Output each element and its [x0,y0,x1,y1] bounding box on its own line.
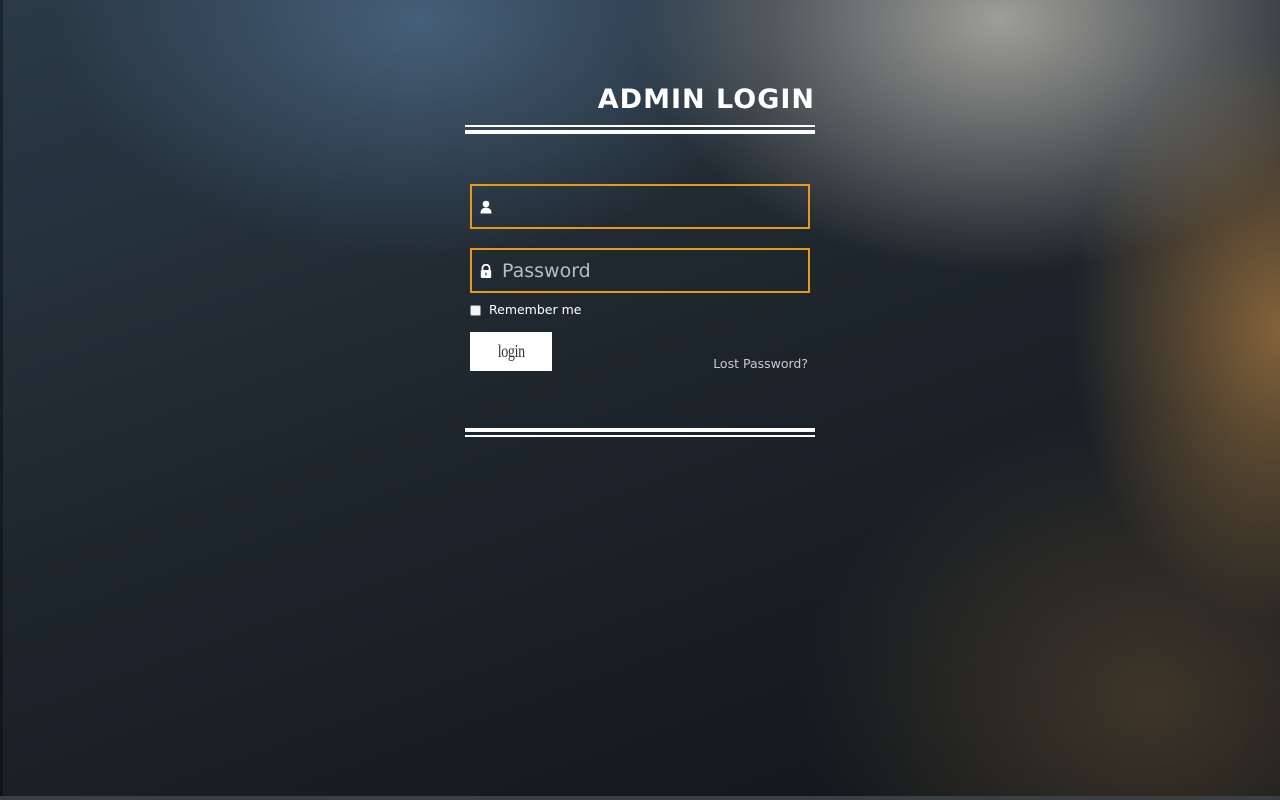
title-divider [465,125,815,134]
login-form: Remember me login Lost Password? [465,184,815,372]
login-button[interactable]: login [470,332,552,371]
remember-me-checkbox[interactable] [470,304,481,316]
page-title: ADMIN LOGIN [597,84,815,115]
window-left-edge [0,0,3,800]
remember-me[interactable]: Remember me [470,302,815,318]
password-input[interactable] [502,250,802,291]
username-input[interactable] [502,186,802,227]
password-field[interactable] [470,248,810,293]
lost-password-link[interactable]: Lost Password? [713,357,808,371]
username-field[interactable] [470,184,810,229]
login-panel: ADMIN LOGIN Remember me login Lost Passw… [465,84,815,437]
remember-me-label: Remember me [489,302,582,317]
form-actions: login Lost Password? [470,332,810,372]
window-bottom-edge [0,796,1280,800]
footer-divider [465,428,815,437]
lock-icon [478,263,494,279]
user-icon [478,199,494,215]
login-button-label: login [497,341,525,361]
